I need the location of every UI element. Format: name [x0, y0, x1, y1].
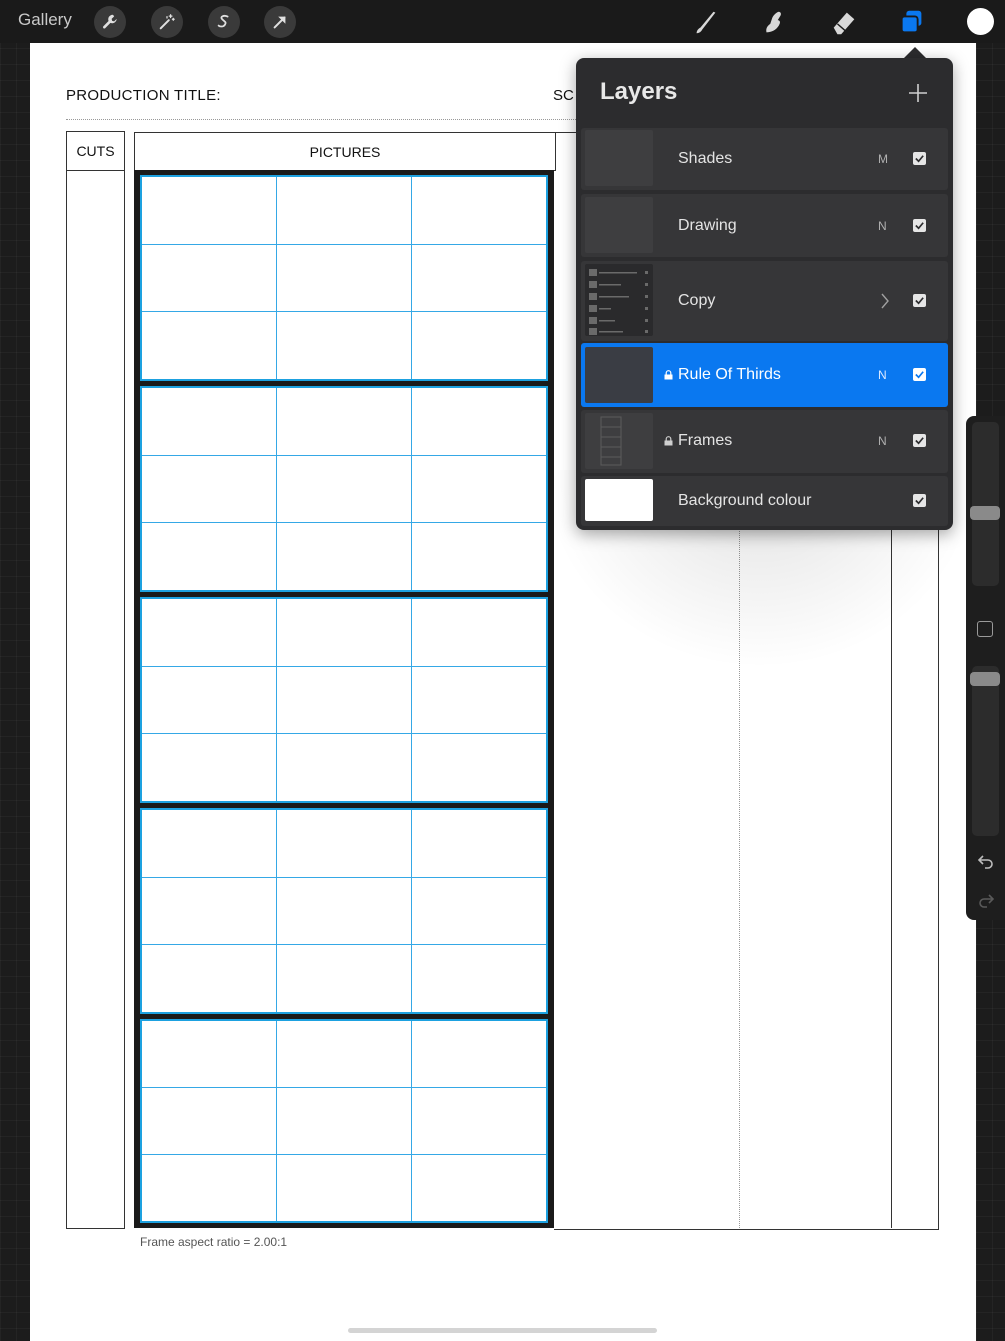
checkmark-icon: [915, 297, 924, 305]
layer-group-copy[interactable]: Copy: [581, 261, 948, 341]
background-color-swatch: [585, 479, 653, 521]
layer-row-shades[interactable]: Shades M: [581, 128, 948, 190]
lock-icon: [664, 370, 673, 380]
redo-icon[interactable]: [976, 891, 996, 911]
visibility-checkbox[interactable]: [913, 294, 926, 307]
opacity-slider[interactable]: [970, 666, 1000, 836]
production-title-label: PRODUCTION TITLE:: [66, 87, 221, 104]
modify-button[interactable]: [977, 621, 993, 637]
gallery-button[interactable]: Gallery: [18, 10, 72, 30]
checkmark-icon: [915, 222, 924, 230]
right-sidebar: [966, 416, 1005, 920]
layer-name: Background colour: [678, 492, 812, 509]
color-picker-button[interactable]: [967, 8, 994, 35]
smudge-icon[interactable]: [758, 6, 790, 38]
aspect-ratio-note: Frame aspect ratio = 2.00:1: [140, 1235, 288, 1249]
selection-s-icon[interactable]: [208, 6, 240, 38]
layer-name: Drawing: [678, 217, 737, 234]
add-layer-button[interactable]: [907, 82, 929, 104]
visibility-checkbox[interactable]: [913, 368, 926, 381]
layer-row-rule-of-thirds[interactable]: Rule Of Thirds N: [581, 343, 948, 407]
brush-size-slider[interactable]: [970, 422, 1000, 586]
group-thumbnail: [585, 264, 653, 336]
chevron-right-icon[interactable]: [880, 292, 890, 310]
frames-preview-icon: [600, 416, 622, 466]
cuts-column: CUTS: [66, 131, 125, 1229]
storyboard-frame: [140, 1019, 548, 1223]
blend-mode-button[interactable]: M: [878, 152, 888, 166]
popover-caret: [904, 47, 926, 58]
lock-icon: [664, 436, 673, 446]
cuts-header: CUTS: [67, 132, 124, 171]
layer-name: Rule Of Thirds: [678, 366, 781, 383]
storyboard-frame: [140, 175, 548, 381]
storyboard-frame: [140, 597, 548, 803]
layer-thumbnail: [585, 130, 653, 186]
layers-icon[interactable]: [896, 6, 928, 38]
checkmark-icon: [915, 497, 924, 505]
layer-name: Shades: [678, 150, 733, 167]
layer-row-drawing[interactable]: Drawing N: [581, 194, 948, 257]
visibility-checkbox[interactable]: [913, 434, 926, 447]
magic-wand-icon[interactable]: [151, 6, 183, 38]
visibility-checkbox[interactable]: [913, 152, 926, 165]
visibility-checkbox[interactable]: [913, 494, 926, 507]
group-preview-icon: [589, 269, 648, 335]
layer-row-frames[interactable]: Frames N: [581, 410, 948, 473]
layer-thumbnail: [585, 197, 653, 253]
layer-row-background-colour[interactable]: Background colour: [581, 476, 948, 526]
visibility-checkbox[interactable]: [913, 219, 926, 232]
blend-mode-button[interactable]: N: [878, 368, 887, 382]
layer-thumbnail: [585, 413, 653, 469]
layers-title: Layers: [600, 78, 678, 105]
pictures-header: PICTURES: [134, 132, 556, 171]
brush-icon[interactable]: [690, 6, 722, 38]
home-indicator[interactable]: [348, 1328, 657, 1333]
checkmark-icon: [915, 437, 924, 445]
blend-mode-button[interactable]: N: [878, 219, 887, 233]
layer-name: Copy: [678, 292, 716, 309]
storyboard-frame: [140, 386, 548, 592]
storyboard-frame: [140, 808, 548, 1014]
eraser-icon[interactable]: [828, 6, 860, 38]
layer-thumbnail: [585, 347, 653, 403]
blend-mode-button[interactable]: N: [878, 434, 887, 448]
transform-arrow-icon[interactable]: [264, 6, 296, 38]
top-toolbar: Gallery: [0, 0, 1005, 43]
brush-size-thumb[interactable]: [970, 506, 1000, 520]
plus-icon: [909, 84, 927, 102]
pictures-column: [134, 170, 554, 1228]
layers-panel: Layers Shades M Drawing N Copy Rule Of T…: [576, 58, 953, 530]
checkmark-icon: [915, 155, 924, 163]
scene-label: SC: [553, 87, 574, 104]
undo-icon[interactable]: [976, 852, 996, 872]
checkmark-icon: [915, 371, 924, 379]
layer-name: Frames: [678, 432, 733, 449]
opacity-thumb[interactable]: [970, 672, 1000, 686]
wrench-icon[interactable]: [94, 6, 126, 38]
